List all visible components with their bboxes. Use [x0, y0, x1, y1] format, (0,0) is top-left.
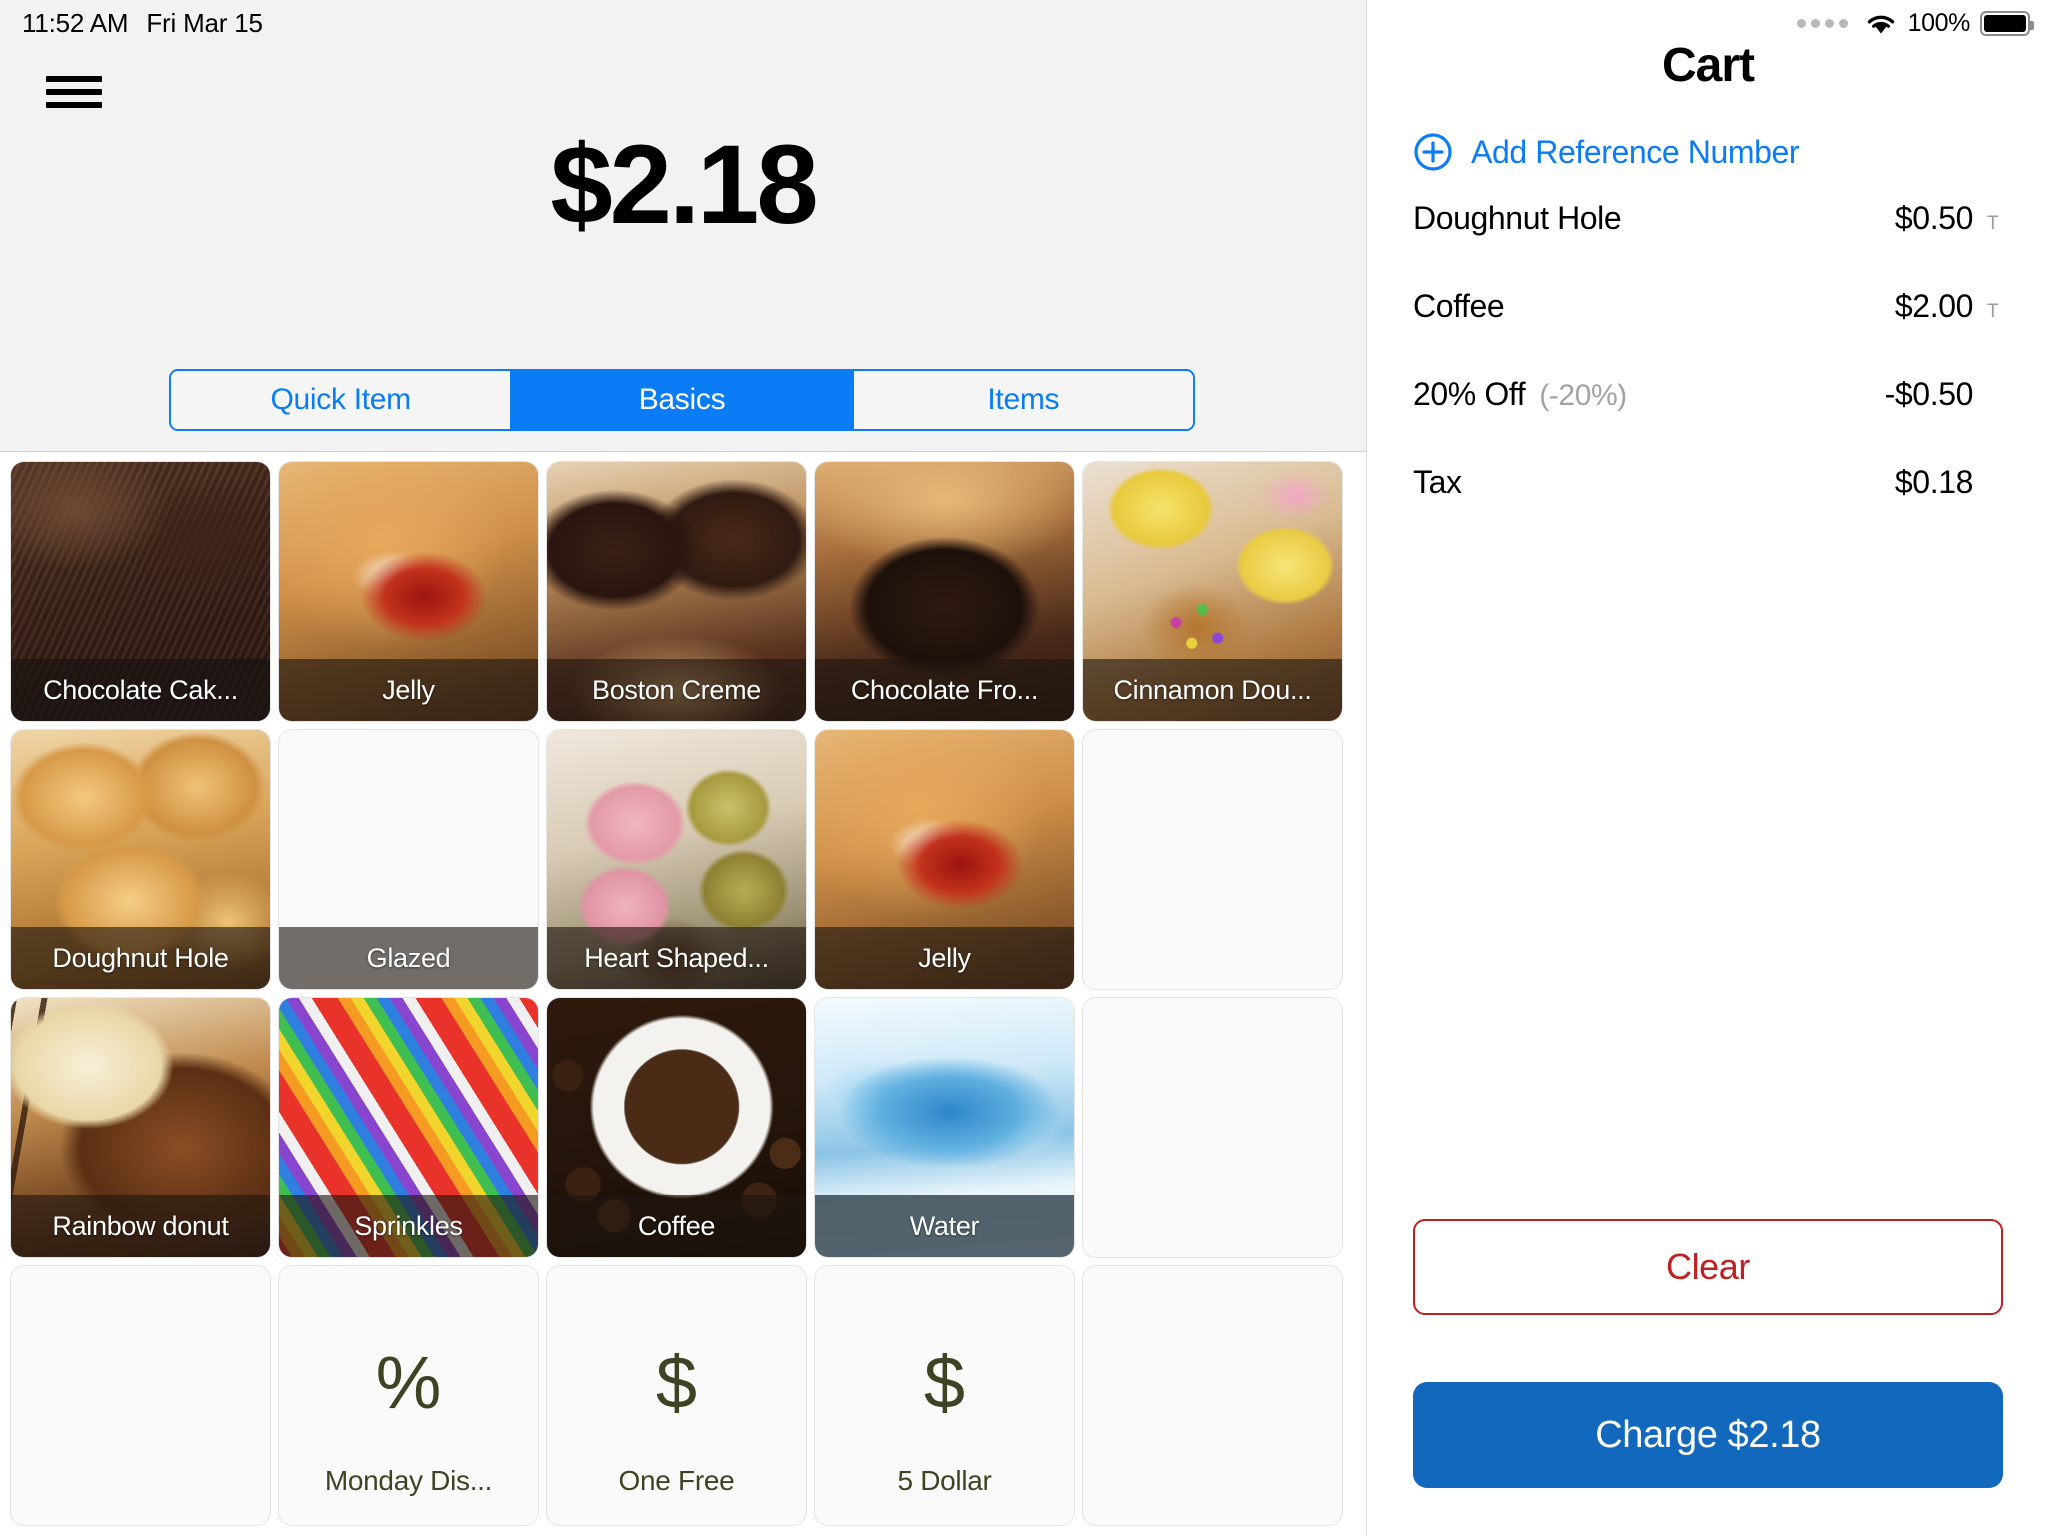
cart-panel: 100% Cart Add Reference Number Doughnut …: [1366, 0, 2048, 1536]
item-tile-cinnamon-donut[interactable]: Cinnamon Dou...: [1083, 462, 1342, 721]
line-item-amount: $0.18: [1894, 464, 1973, 500]
battery-icon: [1980, 10, 2034, 36]
line-item-name: 20% Off (-20%): [1413, 376, 1627, 413]
add-reference-number-button[interactable]: Add Reference Number: [1413, 132, 1800, 172]
item-tile-label: Boston Creme: [547, 659, 806, 721]
item-tile-label: Chocolate Fro...: [815, 659, 1074, 721]
item-tile-label: Chocolate Cak...: [11, 659, 270, 721]
item-tile-coffee[interactable]: Coffee: [547, 998, 806, 1257]
status-bar: 11:52 AM Fri Mar 15: [0, 0, 1366, 46]
category-tabs: Quick Item Basics Items: [169, 369, 1195, 431]
item-tile-chocolate-frosted[interactable]: Chocolate Fro...: [815, 462, 1074, 721]
dollar-icon: $: [923, 1340, 966, 1424]
battery-percent: 100%: [1907, 8, 1971, 37]
item-tile-label: Rainbow donut: [11, 1195, 270, 1257]
status-date: Fri Mar 15: [146, 7, 263, 38]
line-item-tax-mark: T: [1987, 213, 1999, 234]
hamburger-icon[interactable]: [46, 72, 102, 112]
status-time: 11:52 AM: [22, 7, 129, 38]
discount-name: 20% Off: [1413, 376, 1526, 412]
charge-button-label: Charge $2.18: [1595, 1413, 1821, 1456]
item-tile-label: Doughnut Hole: [11, 927, 270, 989]
cart-line-items: Doughnut Hole $0.50 T Coffee $2.00 T 20%…: [1367, 200, 2048, 552]
cart-line-item-tax[interactable]: Tax $0.18: [1367, 464, 2048, 552]
item-tile-label: Jelly: [279, 659, 538, 721]
item-tile-label: Jelly: [815, 927, 1074, 989]
dollar-icon: $: [655, 1340, 698, 1424]
grid-row: % Monday Dis... $ One Free $ 5 Dollar: [11, 1266, 1366, 1525]
discount-tile-monday-discount[interactable]: % Monday Dis...: [279, 1266, 538, 1525]
item-tile-glazed[interactable]: Glazed: [279, 730, 538, 989]
hamburger-bar: [46, 89, 102, 95]
discount-tile-label: Monday Dis...: [324, 1465, 493, 1496]
wifi-icon: [1867, 15, 1894, 33]
pos-panel: 11:52 AM Fri Mar 15 $2.18 Quick Item Bas…: [0, 0, 1366, 1536]
discount-tile-label: 5 Dollar: [897, 1465, 992, 1496]
add-reference-number-label: Add Reference Number: [1471, 133, 1800, 170]
percent-icon: %: [375, 1340, 442, 1424]
discount-tile-5-dollar[interactable]: $ 5 Dollar: [815, 1266, 1074, 1525]
item-tile-boston-creme[interactable]: Boston Creme: [547, 462, 806, 721]
page-title: Cart: [1661, 39, 1755, 92]
grid-row: Doughnut Hole Glazed Heart Shaped... Jel…: [11, 730, 1366, 989]
item-tile-empty: [1083, 730, 1342, 989]
item-tile-empty: [1083, 998, 1342, 1257]
discount-tile-label: One Free: [618, 1465, 735, 1496]
line-item-amount: $2.00: [1894, 288, 1973, 324]
item-tile-label: Cinnamon Dou...: [1083, 659, 1342, 721]
item-tile-jelly[interactable]: Jelly: [279, 462, 538, 721]
line-item-tax-mark: T: [1987, 301, 1999, 322]
item-grid: Chocolate Cak... Jelly Boston Creme Choc…: [0, 453, 1366, 1536]
clear-button[interactable]: Clear: [1413, 1219, 2003, 1315]
item-tile-water[interactable]: Water: [815, 998, 1074, 1257]
item-tile-heart-shaped[interactable]: Heart Shaped...: [547, 730, 806, 989]
item-tile-doughnut-hole[interactable]: Doughnut Hole: [11, 730, 270, 989]
line-item-right: $0.18: [1895, 464, 2003, 501]
charge-button[interactable]: Charge $2.18: [1413, 1382, 2003, 1488]
amount-display: $2.18: [550, 122, 818, 247]
line-item-name: Tax: [1413, 464, 1462, 500]
discount-tile-one-free[interactable]: $ One Free: [547, 1266, 806, 1525]
hamburger-bar: [46, 76, 102, 82]
hamburger-bar: [46, 102, 102, 108]
pos-screen: 11:52 AM Fri Mar 15 $2.18 Quick Item Bas…: [0, 0, 2048, 1536]
tab-basics[interactable]: Basics: [512, 371, 854, 429]
item-tile-label: Water: [815, 1195, 1074, 1257]
line-item-amount: $0.50: [1894, 200, 1973, 236]
tab-items[interactable]: Items: [853, 371, 1193, 429]
item-tile-jelly[interactable]: Jelly: [815, 730, 1074, 989]
line-item-right: $0.50 T: [1895, 200, 2003, 237]
discount-rate: (-20%): [1539, 379, 1627, 412]
item-tile-empty: [1083, 1266, 1342, 1525]
signal-dots-icon: [1796, 18, 1848, 28]
line-item-right: $2.00 T: [1895, 288, 2003, 325]
item-tile-label: Coffee: [547, 1195, 806, 1257]
plus-circle-icon: [1414, 133, 1452, 171]
line-item-right: -$0.50: [1885, 376, 2003, 413]
item-tile-label: Heart Shaped...: [547, 927, 806, 989]
grid-row: Chocolate Cak... Jelly Boston Creme Choc…: [11, 462, 1366, 721]
item-tile-rainbow-donut[interactable]: Rainbow donut: [11, 998, 270, 1257]
cart-line-item-discount[interactable]: 20% Off (-20%) -$0.50: [1367, 376, 2048, 464]
line-item-amount: -$0.50: [1884, 376, 1974, 412]
cart-line-item[interactable]: Doughnut Hole $0.50 T: [1367, 200, 2048, 288]
item-tile-label: Sprinkles: [279, 1195, 538, 1257]
tab-quick-item[interactable]: Quick Item: [171, 371, 513, 429]
grid-row: Rainbow donut Sprinkles Coffee Water: [11, 998, 1366, 1257]
clear-button-label: Clear: [1665, 1246, 1751, 1287]
item-tile-sprinkles[interactable]: Sprinkles: [279, 998, 538, 1257]
item-tile-label: Glazed: [279, 927, 538, 989]
line-item-name: Doughnut Hole: [1413, 200, 1622, 236]
item-tile-chocolate-cake[interactable]: Chocolate Cak...: [11, 462, 270, 721]
item-tile-empty: [11, 1266, 270, 1525]
line-item-name: Coffee: [1413, 288, 1505, 324]
cart-line-item[interactable]: Coffee $2.00 T: [1367, 288, 2048, 376]
